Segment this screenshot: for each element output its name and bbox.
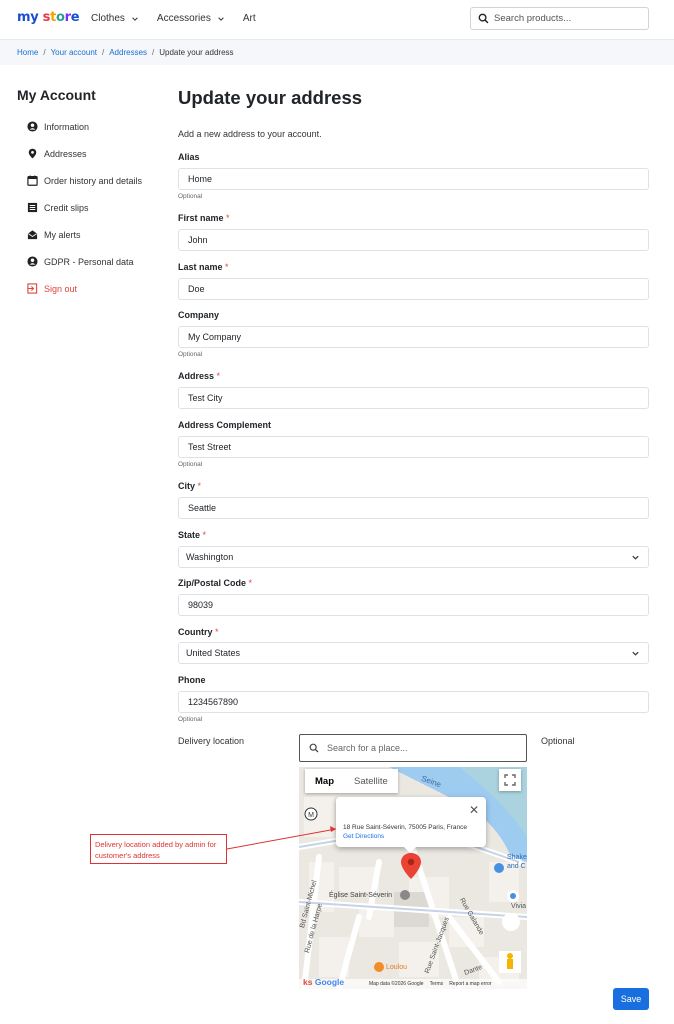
annotation-arrow — [226, 826, 337, 850]
admin-annotation: Delivery location added by admin for cus… — [90, 834, 227, 864]
save-button[interactable]: Save — [613, 988, 649, 1010]
